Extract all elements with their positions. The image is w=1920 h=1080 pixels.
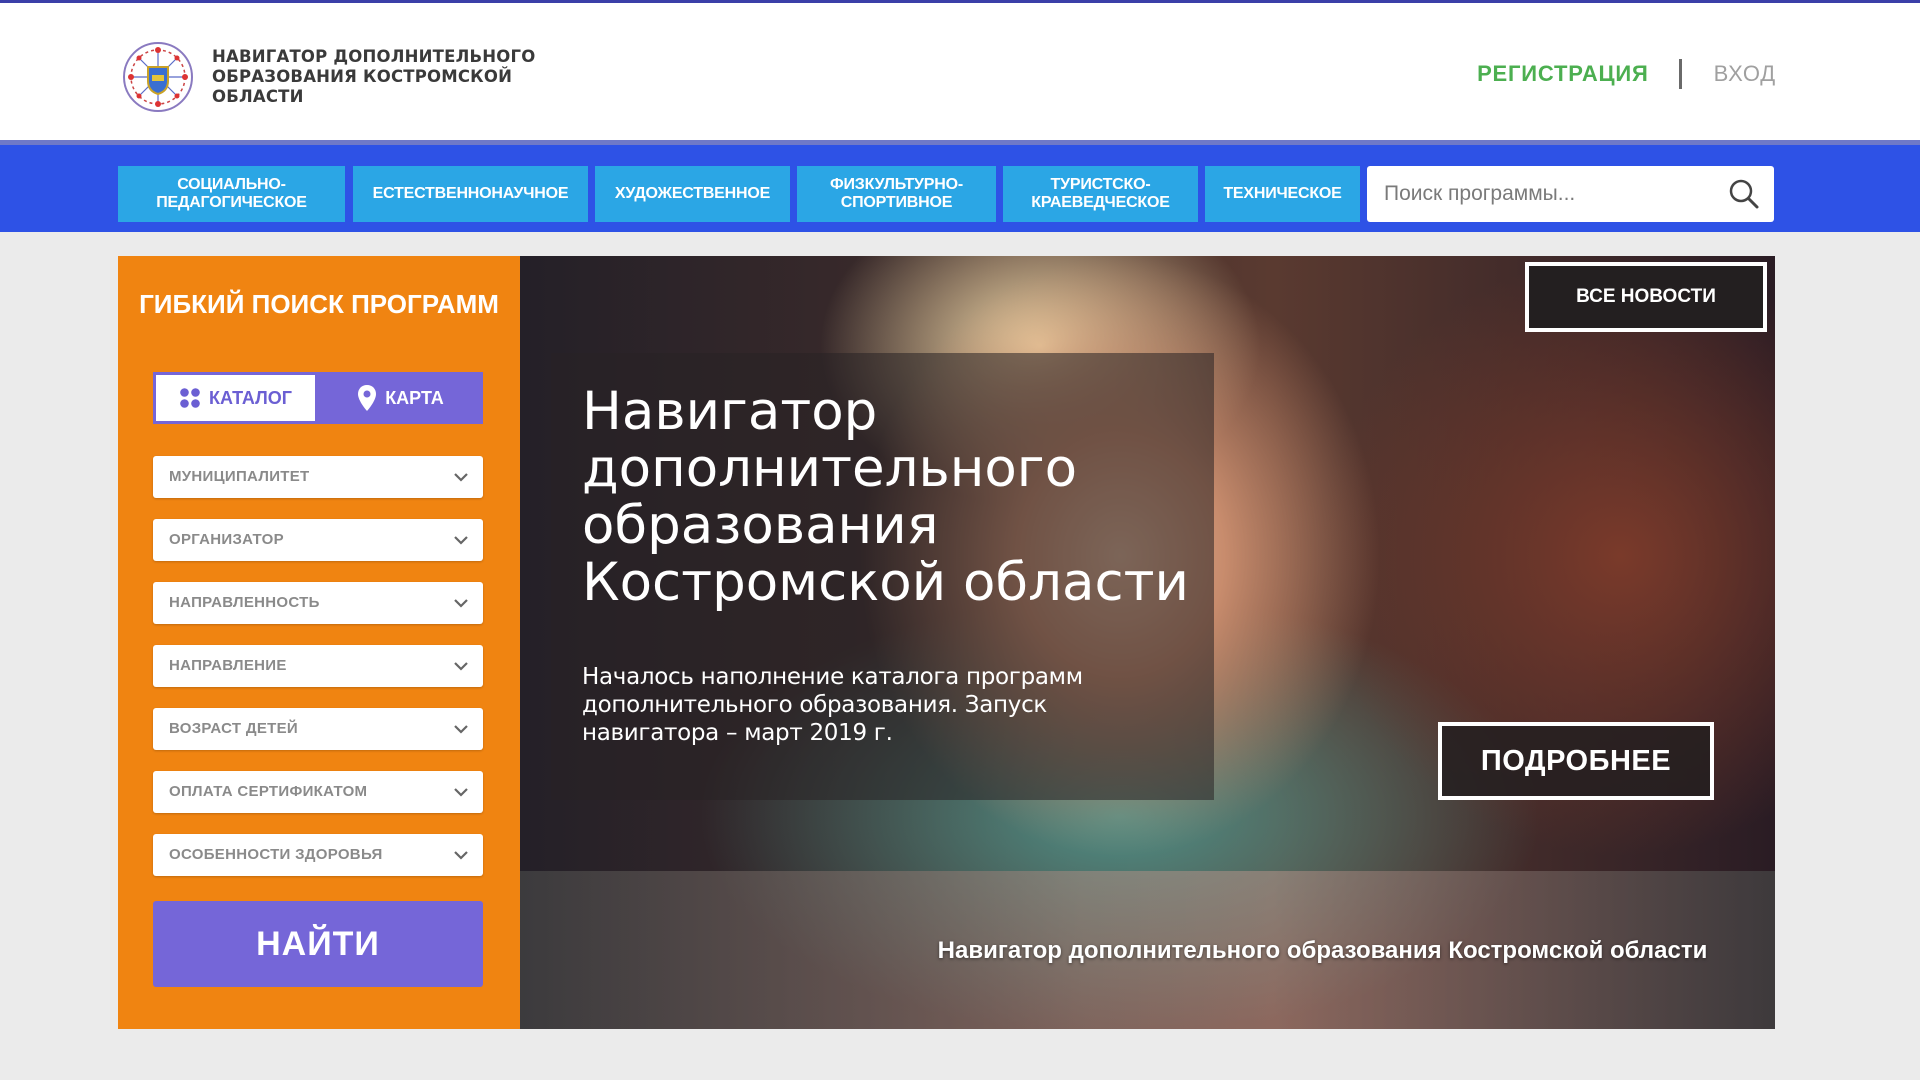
nav-item-tourism[interactable]: ТУРИСТСКО-КРАЕВЕДЧЕСКОЕ [1003,166,1198,222]
flexible-search-title: ГИБКИЙ ПОИСК ПРОГРАММ [139,289,499,319]
auth-divider [1678,59,1682,89]
news-hero-banner: Навигатор дополнительного образования Ко… [520,256,1775,1029]
auth-links: РЕГИСТРАЦИЯ ВХОД [1477,59,1776,89]
grid-icon [180,388,200,408]
program-search-input[interactable] [1367,166,1707,222]
filter-label: МУНИЦИПАЛИТЕТ [169,468,310,485]
direction-select[interactable]: НАПРАВЛЕНИЕ [153,645,483,687]
children-age-select[interactable]: ВОЗРАСТ ДЕТЕЙ [153,708,483,750]
catalog-tab-label: КАТАЛОГ [208,387,292,408]
nav-item-artistic[interactable]: ХУДОЖЕСТВЕННОЕ [595,166,790,222]
hero-title: Навигатор дополнительного образования Ко… [582,381,1189,613]
program-search [1367,166,1774,222]
nav-item-technical[interactable]: ТЕХНИЧЕСКОЕ [1205,166,1360,222]
flexible-search-panel: ГИБКИЙ ПОИСК ПРОГРАММ КАТАЛОГ КАРТА МУНИ… [118,256,520,1029]
health-features-select[interactable]: ОСОБЕННОСТИ ЗДОРОВЬЯ [153,834,483,876]
hero-description: Началось наполнение каталога программ до… [582,664,1083,746]
organizer-select[interactable]: ОРГАНИЗАТОР [153,519,483,561]
chevron-down-icon [454,725,468,734]
hero-caption-panel: Навигатор дополнительного образования Ко… [551,353,1214,800]
filter-label: ОПЛАТА СЕРТИФИКАТОМ [169,783,368,800]
all-news-button[interactable]: ВСЕ НОВОСТИ [1525,262,1767,332]
nav-item-sports[interactable]: ФИЗКУЛЬТУРНО-СПОРТИВНОЕ [797,166,996,222]
municipality-select[interactable]: МУНИЦИПАЛИТЕТ [153,456,483,498]
category-navbar: СОЦИАЛЬНО-ПЕДАГОГИЧЕСКОЕ ЕСТЕСТВЕННОНАУЧ… [0,140,1920,232]
catalog-tab[interactable]: КАТАЛОГ [153,372,318,424]
orientation-select[interactable]: НАПРАВЛЕННОСТЬ [153,582,483,624]
nav-item-social-pedagogical[interactable]: СОЦИАЛЬНО-ПЕДАГОГИЧЕСКОЕ [118,166,345,222]
chevron-down-icon [454,599,468,608]
find-button[interactable]: НАЙТИ [153,901,483,987]
site-header: НАВИГАТОР ДОПОЛНИТЕЛЬНОГО ОБРАЗОВАНИЯ КО… [0,0,1920,140]
hero-bottom-strip: Навигатор дополнительного образования Ко… [520,871,1775,1029]
chevron-down-icon [454,788,468,797]
hero-strip-caption: Навигатор дополнительного образования Ко… [937,937,1708,964]
filter-label: НАПРАВЛЕННОСТЬ [169,594,320,611]
chevron-down-icon [454,662,468,671]
certificate-payment-select[interactable]: ОПЛАТА СЕРТИФИКАТОМ [153,771,483,813]
chevron-down-icon [454,536,468,545]
search-icon[interactable] [1728,178,1760,210]
chevron-down-icon [454,851,468,860]
view-toggle: КАТАЛОГ КАРТА [153,372,483,424]
chevron-down-icon [454,473,468,482]
filter-label: НАПРАВЛЕНИЕ [169,657,287,674]
filter-label: ОСОБЕННОСТИ ЗДОРОВЬЯ [169,846,383,863]
map-tab[interactable]: КАРТА [318,372,483,424]
filter-label: ВОЗРАСТ ДЕТЕЙ [169,720,298,737]
kostroma-emblem-logo[interactable] [120,39,196,115]
filter-label: ОРГАНИЗАТОР [169,531,284,548]
map-pin-icon [358,385,377,411]
register-link[interactable]: РЕГИСТРАЦИЯ [1477,61,1649,87]
site-brand-title[interactable]: НАВИГАТОР ДОПОЛНИТЕЛЬНОГО ОБРАЗОВАНИЯ КО… [212,47,542,107]
login-link[interactable]: ВХОД [1714,61,1776,87]
nav-item-natural-science[interactable]: ЕСТЕСТВЕННОНАУЧНОЕ [353,166,588,222]
read-more-button[interactable]: ПОДРОБНЕЕ [1438,722,1714,800]
map-tab-label: КАРТА [385,387,444,408]
